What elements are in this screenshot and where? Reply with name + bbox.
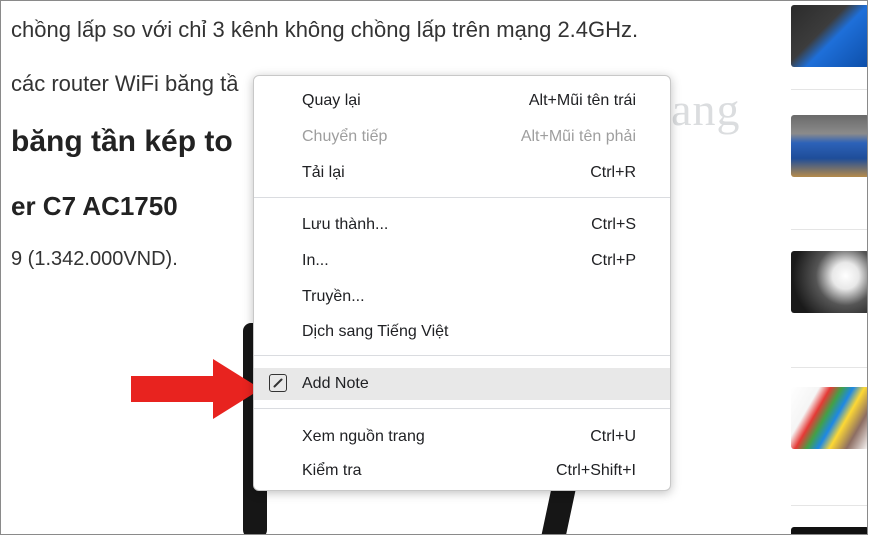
menu-item-label: Truyền... [302, 288, 365, 305]
router-thumbnail[interactable] [791, 5, 867, 67]
menu-item-label: Dịch sang Tiếng Việt [302, 323, 449, 340]
divider [791, 229, 867, 230]
menu-item-label: Tải lại [302, 164, 345, 181]
menu-separator [254, 355, 670, 356]
article-subheading: er C7 AC1750 [11, 191, 178, 221]
menu-item-shortcut: Ctrl+Shift+I [555, 462, 636, 479]
red-arrow-pointer [131, 359, 261, 419]
menu-item-forward: Chuyển tiếp Alt+Mũi tên phải [254, 122, 670, 152]
menu-item-add-note[interactable]: Add Note [254, 368, 670, 400]
menu-item-cast[interactable]: Truyền... [254, 282, 670, 312]
menu-item-label: Xem nguồn trang [302, 428, 425, 445]
menu-item-shortcut: Ctrl+R [590, 164, 636, 181]
menu-separator [254, 408, 670, 409]
article-text-line: các router WiFi băng tầ [11, 71, 239, 96]
menu-item-shortcut: Ctrl+U [590, 428, 636, 445]
menu-item-shortcut: Alt+Mũi tên trái [528, 92, 636, 109]
divider [791, 367, 867, 368]
context-menu: Quay lại Alt+Mũi tên trái Chuyển tiếp Al… [253, 75, 671, 491]
menu-item-translate[interactable]: Dịch sang Tiếng Việt [254, 317, 670, 347]
menu-item-label: Kiểm tra [302, 462, 362, 479]
menu-item-print[interactable]: In... Ctrl+P [254, 246, 670, 276]
menu-item-inspect[interactable]: Kiểm tra Ctrl+Shift+I [254, 456, 670, 486]
linksys-router-thumbnail[interactable] [791, 115, 867, 177]
menu-separator [254, 197, 670, 198]
wifi-signal-thumbnail[interactable] [791, 251, 867, 313]
menu-item-view-source[interactable]: Xem nguồn trang Ctrl+U [254, 422, 670, 452]
browser-viewport: chồng lấp so với chỉ 3 kênh không chồng … [0, 0, 868, 535]
menu-item-save-as[interactable]: Lưu thành... Ctrl+S [254, 210, 670, 240]
article-text-line: chồng lấp so với chỉ 3 kênh không chồng … [11, 17, 639, 42]
menu-item-label: In... [302, 252, 329, 269]
menu-item-label: Quay lại [302, 92, 361, 109]
dark-thumbnail[interactable] [791, 527, 867, 534]
article-price-text: 9 (1.342.000VND). [11, 248, 178, 270]
menu-item-back[interactable]: Quay lại Alt+Mũi tên trái [254, 86, 670, 116]
menu-item-shortcut: Alt+Mũi tên phải [520, 128, 636, 145]
menu-item-label: Lưu thành... [302, 216, 389, 233]
menu-item-reload[interactable]: Tải lại Ctrl+R [254, 158, 670, 188]
menu-item-shortcut: Ctrl+P [591, 252, 636, 269]
network-cables-thumbnail[interactable] [791, 387, 867, 449]
divider [791, 505, 867, 506]
divider [791, 89, 867, 90]
menu-item-shortcut: Ctrl+S [591, 216, 636, 233]
menu-item-label: Chuyển tiếp [302, 128, 388, 145]
related-articles-sidebar [781, 1, 867, 534]
article-heading: băng tần kép to [11, 125, 233, 158]
menu-item-label: Add Note [302, 375, 369, 392]
pencil-note-icon [269, 374, 287, 392]
